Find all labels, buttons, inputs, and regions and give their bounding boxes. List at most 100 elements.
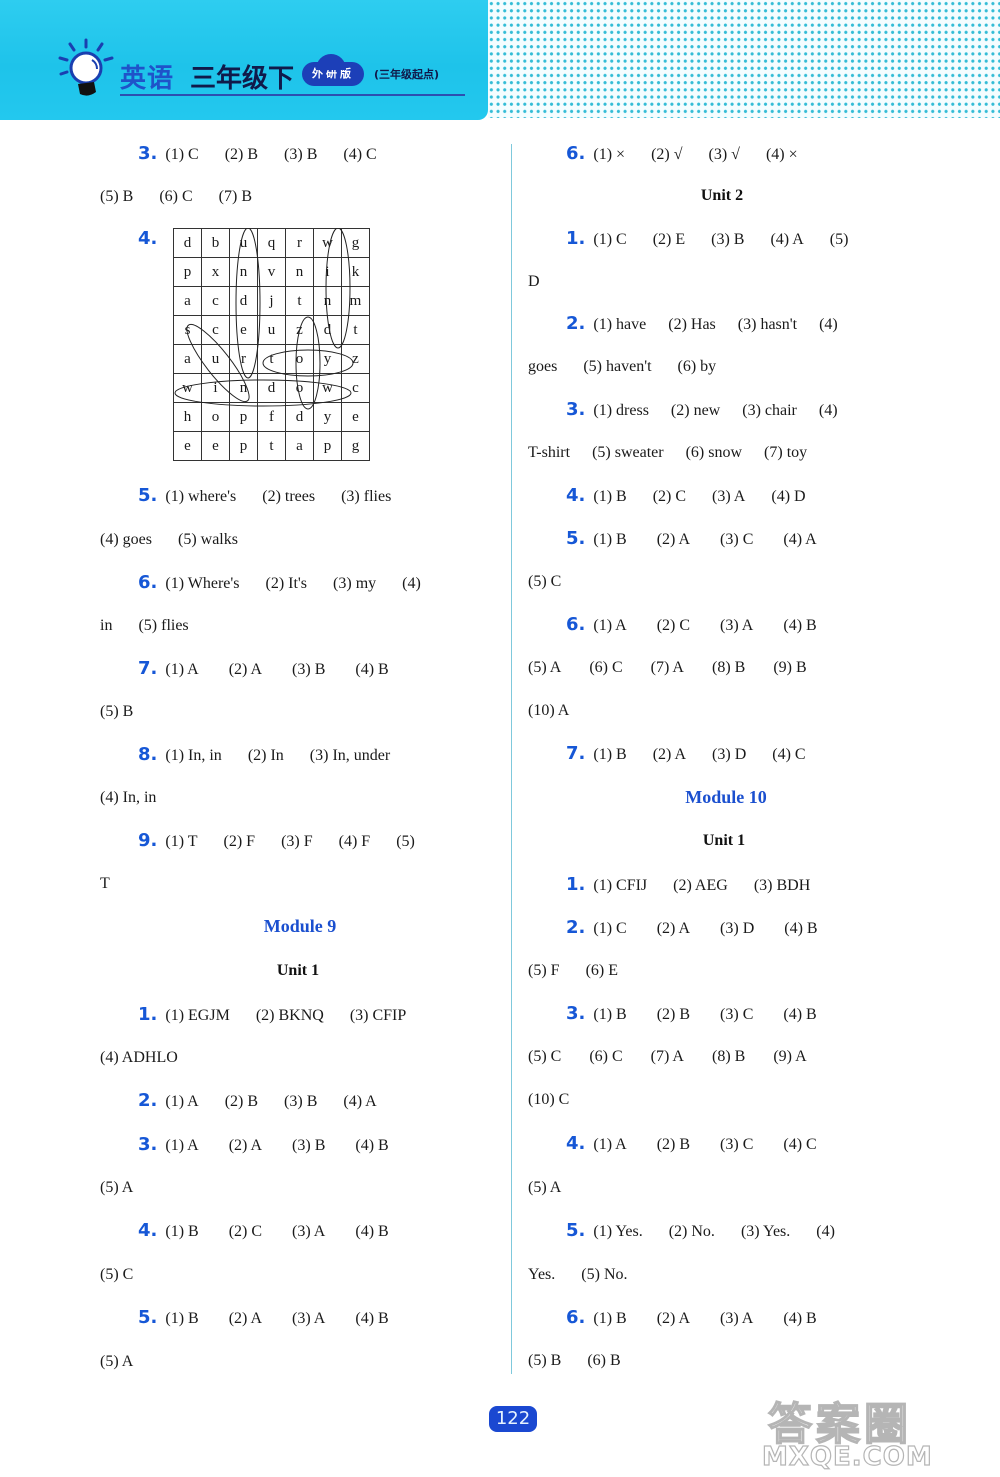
answer-item: (3) A xyxy=(720,617,754,634)
answer-item: (4) xyxy=(816,1223,835,1240)
answer-line: (5) A xyxy=(100,1352,159,1372)
answer-item: (2) trees xyxy=(262,488,316,505)
answer-item: (4) B xyxy=(784,920,818,937)
question-number: 9. xyxy=(138,830,158,851)
answer-item: (4) B xyxy=(783,617,817,634)
answer-line: (5) B (6) B xyxy=(528,1351,647,1371)
question-number: 6. xyxy=(566,143,586,164)
answer-item: (4) B xyxy=(783,1006,817,1023)
grid-cell: p xyxy=(313,431,342,461)
grid-cell: y xyxy=(313,344,342,374)
answer-line: 2. (1) C (2) A (3) D (4) B xyxy=(566,918,848,939)
answer-item: (3) F xyxy=(281,833,313,850)
answer-item: (4) xyxy=(818,402,838,419)
answer-item: (4) C xyxy=(343,146,377,163)
answer-item: (1) T xyxy=(165,833,198,850)
grid-cell: u xyxy=(201,344,230,374)
answer-item: (2) In xyxy=(247,747,284,764)
answer-item: (3) C xyxy=(720,1006,754,1023)
answer-line: 6. (1) B (2) A (3) A (4) B xyxy=(566,1308,847,1329)
answer-item: T-shirt xyxy=(528,444,571,461)
answer-item: (3) D xyxy=(712,746,747,763)
grid-cell: d xyxy=(285,402,314,432)
answer-item: (4) A xyxy=(343,1093,377,1110)
answer-item: (5) C xyxy=(100,1266,134,1283)
answer-item: (1) A xyxy=(165,1137,199,1154)
grid-row: acdjtnm xyxy=(173,286,370,316)
answer-item: (3) B xyxy=(284,146,318,163)
grid-cell: g xyxy=(341,431,370,461)
question-number: 4. xyxy=(566,1133,586,1154)
answer-line: 7. (1) B (2) A (3) D (4) C xyxy=(566,744,832,765)
answer-item: (5) walks xyxy=(177,531,238,548)
grid-cell: u xyxy=(229,228,258,258)
answer-item: (5) haven't xyxy=(583,358,652,375)
grid-cell: o xyxy=(285,344,314,374)
answer-item: (1) B xyxy=(593,488,627,505)
grid-row: eeptapg xyxy=(173,431,370,461)
grid-cell: q xyxy=(257,228,286,258)
word-search-grid: dbuqrwgpxnvnikacdjtnmsceuzdtaurtoyzwindo… xyxy=(173,228,370,461)
grid-cell: p xyxy=(229,431,258,461)
grid-cell: t xyxy=(257,344,286,374)
answer-item: (8) B xyxy=(711,659,746,676)
grid-cell: d xyxy=(257,373,286,403)
answer-item: (4) B xyxy=(355,1223,389,1240)
answer-item: (1) B xyxy=(165,1223,199,1240)
answer-item: (1) Yes. xyxy=(593,1223,643,1240)
answer-item: (1) C xyxy=(593,920,627,937)
answer-line: (5) C xyxy=(100,1265,159,1285)
grid-cell: a xyxy=(173,286,202,316)
answer-item: (3) √ xyxy=(708,146,740,163)
grid-cell: o xyxy=(201,402,230,432)
answer-item: (7) A xyxy=(650,1048,684,1065)
question-number: 3. xyxy=(566,399,586,420)
answer-item: (1) EGJM xyxy=(165,1007,230,1024)
question-number: 2. xyxy=(566,917,586,938)
answer-item: (3) C xyxy=(720,1136,754,1153)
grid-cell: s xyxy=(173,315,202,345)
answer-line: (4) In, in xyxy=(100,788,182,808)
question-number: 2. xyxy=(138,1090,158,1111)
grid-row: pxnvnik xyxy=(173,257,370,287)
answer-item: (4) xyxy=(402,575,421,592)
grid-row: sceuzdt xyxy=(173,315,370,345)
answer-item: (2) BKNQ xyxy=(255,1007,324,1024)
answer-line: (5) A xyxy=(100,1178,159,1198)
answer-item: (4) B xyxy=(355,1137,389,1154)
answer-item: (2) A xyxy=(656,531,691,548)
column-divider xyxy=(511,144,512,1374)
question-number: 6. xyxy=(566,1307,586,1328)
grid-cell: e xyxy=(201,431,230,461)
grid-cell: n xyxy=(285,257,314,287)
answer-item: (4) A xyxy=(770,231,804,248)
answer-item: Yes. xyxy=(528,1266,556,1283)
answer-item: (1) C xyxy=(593,231,627,248)
answer-item: (5) No. xyxy=(581,1266,628,1283)
grade-title: 三年级下 xyxy=(190,64,295,94)
answer-item: (2) B xyxy=(656,1136,691,1153)
answer-item: (9) B xyxy=(773,659,807,676)
question-number: 5. xyxy=(138,1307,158,1328)
grid-cell: r xyxy=(285,228,314,258)
answer-line: 1. (1) EGJM (2) BKNQ (3) CFIP xyxy=(138,1005,432,1026)
answer-line: (5) C xyxy=(528,572,587,592)
watermark: 答案圈 MXQE.COM xyxy=(760,1388,990,1473)
answer-line: 2. (1) A (2) B (3) B (4) A xyxy=(138,1091,403,1112)
answer-item: (2) No. xyxy=(668,1223,715,1240)
module-heading: Module 9 xyxy=(263,916,337,936)
answer-item: D xyxy=(528,273,540,290)
answer-item: (3) flies xyxy=(341,488,392,505)
grid-cell: e xyxy=(341,402,370,432)
answer-item: (5) B xyxy=(100,188,134,205)
answer-item: (4) × xyxy=(765,146,798,163)
answer-item: (1) B xyxy=(593,1006,627,1023)
grid-cell: i xyxy=(313,257,342,287)
answer-item: (10) A xyxy=(528,702,570,719)
answer-item: (4) xyxy=(819,316,838,333)
answer-item: (3) A xyxy=(292,1310,326,1327)
answer-item: (2) A xyxy=(652,746,687,763)
grid-cell: e xyxy=(173,431,202,461)
answer-item: (2) A xyxy=(228,661,263,678)
answer-item: (2) C xyxy=(656,617,691,634)
